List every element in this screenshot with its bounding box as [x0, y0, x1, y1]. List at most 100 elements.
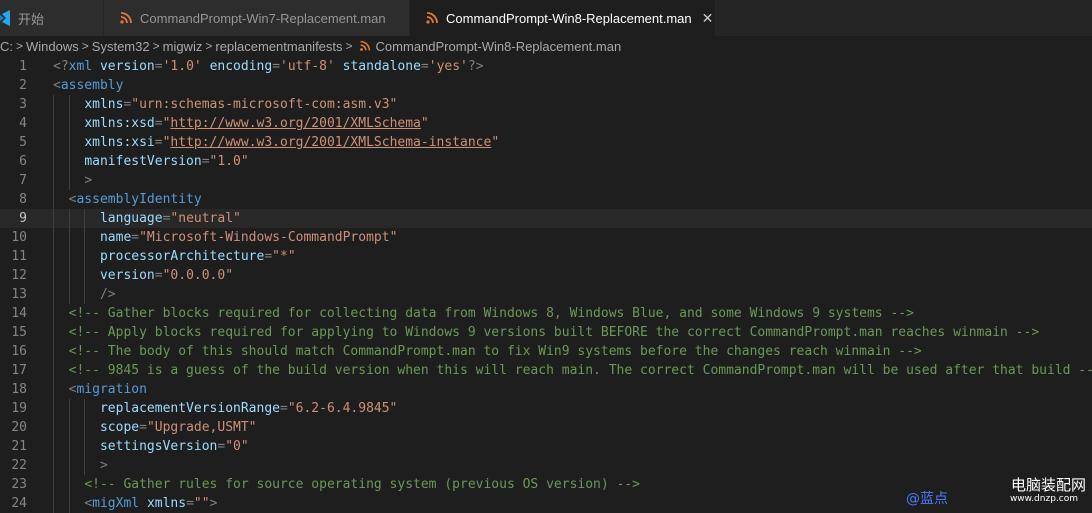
- code-line[interactable]: 11 processorArchitecture="*": [0, 247, 1092, 266]
- breadcrumb-item[interactable]: replacementmanifests: [215, 39, 342, 54]
- token-attr: language: [99, 211, 163, 226]
- indent-guide: [53, 114, 54, 133]
- breadcrumb-item[interactable]: Windows: [26, 39, 79, 54]
- code-line[interactable]: 3 xmlns="urn:schemas-microsoft-com:asm.v3…: [0, 95, 1092, 114]
- code-line[interactable]: 8 <assemblyIdentity: [0, 190, 1092, 209]
- vscode-logo-icon: [0, 10, 10, 26]
- line-number: 15: [11, 325, 27, 340]
- token-attr: version: [99, 268, 155, 283]
- close-icon[interactable]: ✕: [702, 10, 714, 27]
- token-punct: =: [139, 420, 147, 435]
- code-line[interactable]: 22 >: [0, 456, 1092, 475]
- indent-guide: [53, 380, 54, 399]
- indent-guide: [68, 456, 70, 475]
- code-line[interactable]: 9 language="neutral": [0, 209, 1092, 228]
- code-text: <assembly: [53, 76, 123, 95]
- line-number: 3: [19, 97, 27, 112]
- code-text: xmlns="urn:schemas-microsoft-com:asm.v3": [84, 95, 397, 114]
- chevron-right-icon: >: [205, 39, 213, 53]
- indent-guide: [53, 437, 54, 456]
- token-str: '1.0': [162, 59, 202, 74]
- tab-start[interactable]: 开始: [0, 0, 104, 36]
- code-line[interactable]: 7 >: [0, 171, 1092, 190]
- code-text: language="neutral": [100, 209, 241, 228]
- code-text: <migXml xmlns="">: [84, 494, 217, 513]
- indent-guide: [53, 190, 54, 209]
- watermark: @蓝点 电脑装配网 www.dnzp.com: [906, 474, 1086, 510]
- line-number: 24: [11, 496, 27, 511]
- line-number: 8: [19, 192, 27, 207]
- token-tag: assemblyIdentity: [76, 192, 202, 207]
- indent-guide: [53, 342, 54, 361]
- code-line[interactable]: 17 <!-- 9845 is a guess of the build vers…: [0, 361, 1092, 380]
- code-editor[interactable]: 1 <?xml version='1.0' encoding='utf-8' st…: [0, 57, 1092, 513]
- breadcrumb-item[interactable]: migwiz: [163, 39, 203, 54]
- tab-label: CommandPrompt-Win7-Replacement.man: [140, 10, 386, 26]
- breadcrumb-file[interactable]: CommandPrompt-Win8-Replacement.man: [376, 39, 622, 54]
- code-line[interactable]: 21 settingsVersion="0": [0, 437, 1092, 456]
- watermark-text: @蓝点: [906, 491, 948, 507]
- breadcrumb-item[interactable]: System32: [92, 39, 150, 54]
- token-str: "0": [225, 439, 249, 454]
- code-text: />: [100, 285, 116, 304]
- token-punct: =: [264, 249, 273, 264]
- line-number: 12: [11, 268, 27, 283]
- tab-win7-replacement[interactable]: CommandPrompt-Win7-Replacement.man: [104, 0, 410, 36]
- line-number: 10: [11, 230, 27, 245]
- token-comment: <!-- Gather rules for source operating s…: [84, 477, 641, 492]
- token-str: "Upgrade,USMT": [146, 420, 257, 435]
- token-punct: =: [186, 496, 194, 511]
- code-line[interactable]: 15 <!-- Apply blocks required for applyin…: [0, 323, 1092, 342]
- token-attr: xmlns: [146, 496, 187, 511]
- code-line[interactable]: 13 />: [0, 285, 1092, 304]
- indent-guide: [84, 209, 86, 228]
- code-text: <migration: [69, 380, 147, 399]
- code-text: <?xml version='1.0' encoding='utf-8' sta…: [53, 57, 484, 76]
- line-number: 14: [11, 306, 27, 321]
- chevron-right-icon: >: [152, 39, 160, 53]
- token-punct: =: [420, 59, 429, 74]
- code-line[interactable]: 18 <migration: [0, 380, 1092, 399]
- code-line[interactable]: 4 xmlns:xsd= "http://www.w3.org/2001/XMLSc…: [0, 114, 1092, 133]
- indent-guide: [68, 418, 70, 437]
- rss-feed-icon: [358, 39, 372, 53]
- line-number: 6: [19, 154, 27, 169]
- indent-guide: [68, 152, 70, 171]
- code-line[interactable]: 12 version="0.0.0.0": [0, 266, 1092, 285]
- code-line[interactable]: 1 <?xml version='1.0' encoding='utf-8' st…: [0, 57, 1092, 76]
- token-str: "": [193, 496, 210, 511]
- chevron-right-icon: >: [16, 39, 24, 53]
- indent-guide: [68, 399, 70, 418]
- token-tag: migXml: [92, 496, 140, 511]
- code-line[interactable]: 6 manifestVersion="1.0": [0, 152, 1092, 171]
- code-text: >: [100, 456, 108, 475]
- code-text: version="0.0.0.0": [100, 266, 233, 285]
- code-line[interactable]: 20 scope="Upgrade,USMT": [0, 418, 1092, 437]
- token-comment: <!-- 9845 is a guess of the build versio…: [68, 363, 1092, 378]
- code-text: name="Microsoft-Windows-CommandPrompt": [100, 228, 397, 247]
- indent-guide: [53, 399, 54, 418]
- token-punct: ?>: [467, 59, 484, 74]
- token-attr: replacementVersionRange: [99, 401, 280, 416]
- token-str: ": [491, 135, 500, 150]
- indent-guide: [53, 133, 54, 152]
- code-line[interactable]: 5 xmlns:xsi= "http://www.w3.org/2001/XMLSc…: [0, 133, 1092, 152]
- code-line[interactable]: 10 name="Microsoft-Windows-CommandPrompt": [0, 228, 1092, 247]
- indent-guide: [68, 494, 70, 513]
- code-line[interactable]: 14 <!-- Gather blocks required for collec…: [0, 304, 1092, 323]
- tab-win8-replacement[interactable]: CommandPrompt-Win8-Replacement.man ✕: [410, 0, 716, 36]
- token-str: "6.2-6.4.9845": [287, 401, 398, 416]
- breadcrumb-item[interactable]: C:: [0, 39, 13, 54]
- code-line[interactable]: 16 <!-- The body of this should match Com…: [0, 342, 1092, 361]
- code-line[interactable]: 2 <assembly: [0, 76, 1092, 95]
- code-line[interactable]: 19 replacementVersionRange="6.2-6.4.9845": [0, 399, 1092, 418]
- line-number: 18: [11, 382, 27, 397]
- breadcrumb: C: > Windows > System32 > migwiz > repla…: [0, 36, 1092, 56]
- token-punct: =: [154, 116, 163, 131]
- indent-guide: [68, 475, 70, 494]
- line-number: 2: [19, 78, 27, 93]
- token-punct: =: [279, 401, 288, 416]
